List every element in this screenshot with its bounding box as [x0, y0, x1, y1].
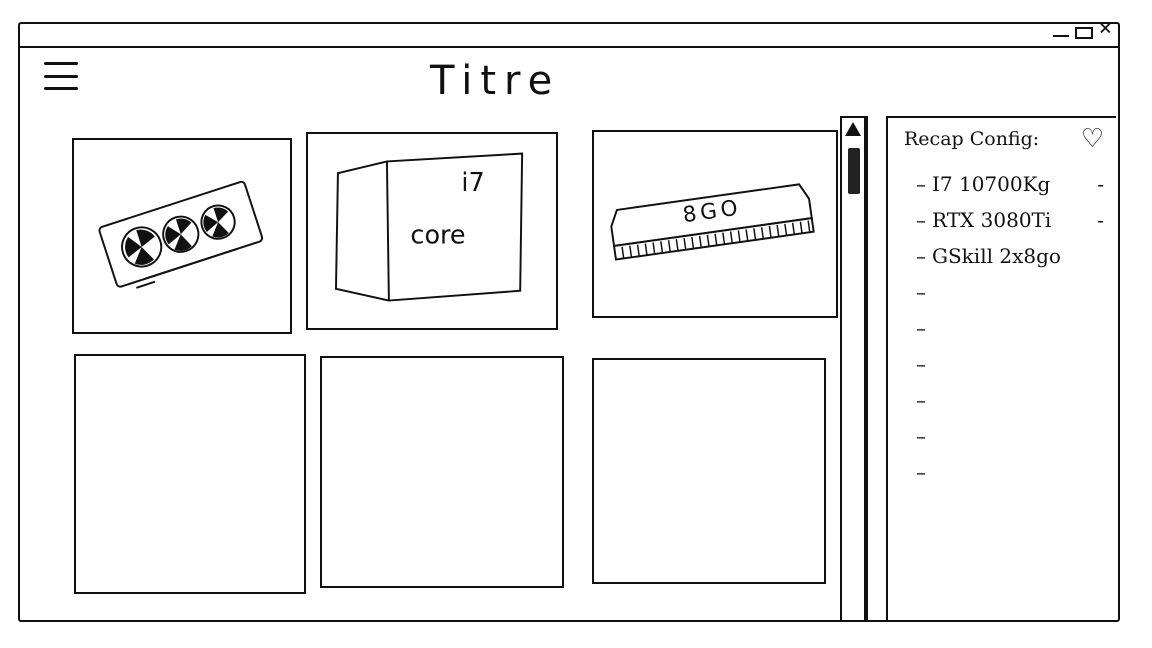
close-button[interactable]: ×: [1099, 18, 1112, 40]
recap-item: –: [916, 280, 926, 304]
recap-item: – RTX 3080Ti -: [916, 202, 1110, 238]
heart-icon[interactable]: ♡: [1081, 124, 1104, 154]
panel-divider: [866, 116, 868, 622]
recap-item: – I7 10700Kg -: [916, 166, 1110, 202]
recap-item: –: [916, 388, 926, 412]
product-tile-ram[interactable]: 8GO: [592, 130, 838, 318]
product-tile-gpu[interactable]: [72, 138, 292, 334]
scroll-thumb[interactable]: [848, 148, 860, 194]
cpu-box-icon: i7 core: [334, 152, 524, 302]
window-controls: ×: [1052, 18, 1112, 40]
grid-scrollbar[interactable]: [840, 116, 866, 622]
gpu-card-icon: [98, 180, 264, 289]
recap-panel: Recap Config: ♡ – I7 10700Kg - – RTX 3080T…: [886, 116, 1116, 622]
cpu-core-label: core: [410, 221, 465, 251]
recap-list: – I7 10700Kg - – RTX 3080Ti - – GSkill 2x8g…: [916, 166, 1110, 490]
recap-item: –: [916, 352, 926, 376]
cpu-brand-label: i7: [461, 168, 484, 198]
product-tile-empty-1[interactable]: [74, 354, 306, 594]
product-tile-empty-3[interactable]: [592, 358, 826, 584]
app-window: × Titre i7 core 8GO Recap Config: ♡ – I7…: [18, 18, 1120, 622]
remove-item-button[interactable]: -: [1097, 166, 1104, 202]
product-tile-empty-2[interactable]: [320, 356, 564, 588]
recap-item: –: [916, 316, 926, 340]
menu-icon[interactable]: [44, 62, 78, 90]
product-tile-cpu[interactable]: i7 core: [306, 132, 558, 330]
minimize-button[interactable]: [1052, 35, 1069, 37]
maximize-button[interactable]: [1074, 27, 1093, 39]
page-title: Titre: [430, 58, 561, 104]
title-bar: ×: [20, 18, 1118, 48]
scroll-up-icon[interactable]: [845, 122, 861, 136]
recap-item: –: [916, 424, 926, 448]
remove-item-button[interactable]: -: [1097, 202, 1104, 238]
recap-item: – GSkill 2x8go: [916, 244, 1061, 268]
recap-item: –: [916, 460, 926, 484]
ram-stick-icon: 8GO: [610, 183, 815, 261]
recap-title: Recap Config:: [904, 128, 1040, 150]
